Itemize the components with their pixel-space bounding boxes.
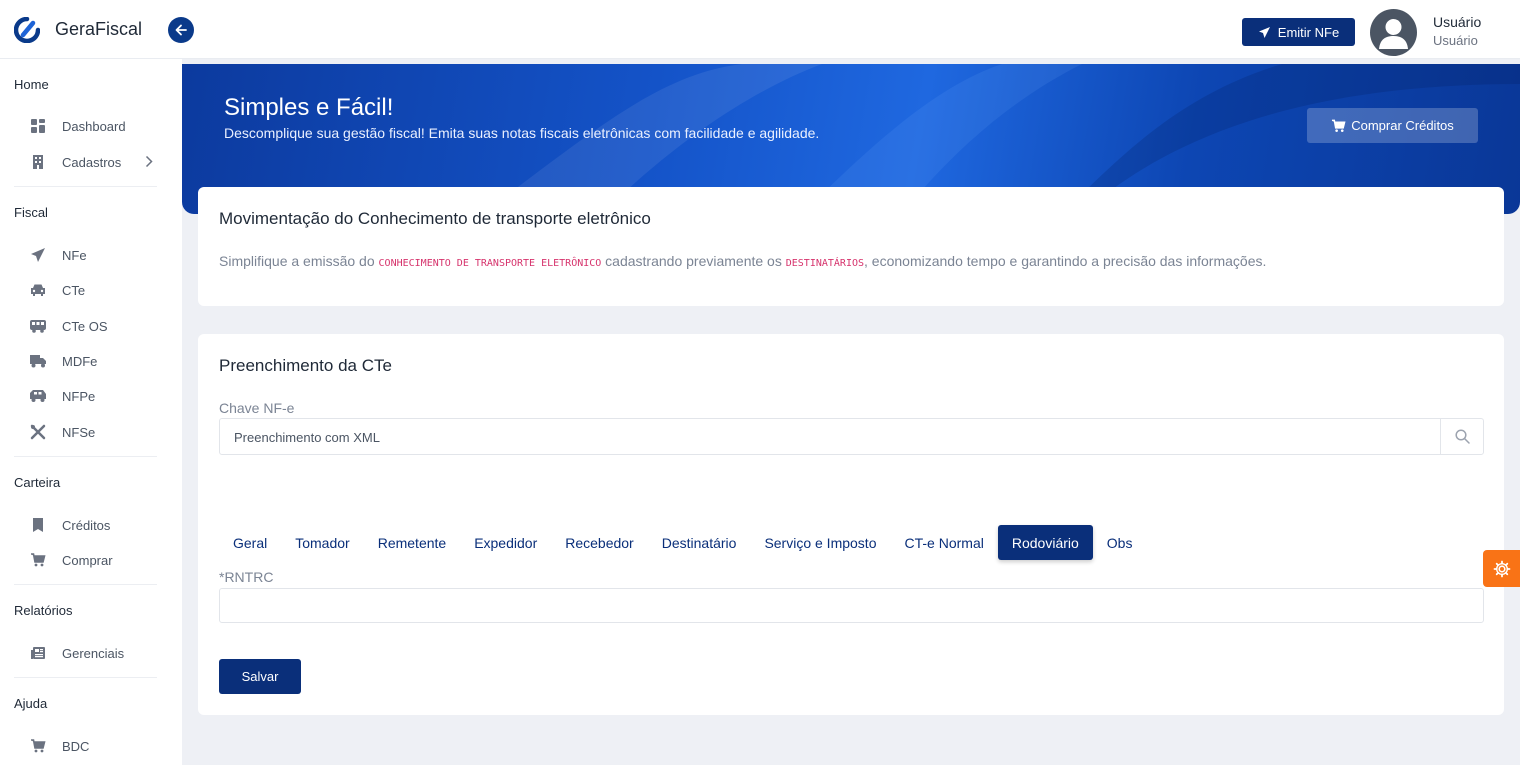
- chave-nfe-value: Preenchimento com XML: [234, 430, 380, 445]
- tab-obs[interactable]: Obs: [1093, 525, 1147, 560]
- sidebar-divider: [14, 456, 157, 457]
- building-icon: [29, 153, 47, 171]
- grid-icon: [29, 117, 47, 135]
- banner-subtitle: Descomplique sua gestão fiscal! Emita su…: [224, 125, 820, 141]
- sidebar-item-bdc[interactable]: BDC: [29, 733, 169, 759]
- cte-tabs: Geral Tomador Remetente Expedidor Recebe…: [219, 525, 1146, 560]
- form-card: Preenchimento da CTe Chave NF-e Preenchi…: [198, 334, 1504, 715]
- avatar[interactable]: [1370, 9, 1417, 56]
- desc-highlight: DESTINATÁRIOS: [785, 258, 865, 269]
- bookmark-icon: [29, 516, 47, 534]
- intro-card: Movimentação do Conhecimento de transpor…: [198, 187, 1504, 306]
- paper-plane-icon: [29, 246, 47, 264]
- rntrc-input[interactable]: [219, 588, 1484, 623]
- tab-recebedor[interactable]: Recebedor: [551, 525, 648, 560]
- intro-description: Simplifique a emissão do CONHECIMENTO DE…: [219, 253, 1266, 269]
- sidebar-item-label: Comprar: [62, 552, 113, 568]
- sidebar-item-cte[interactable]: CTe: [29, 277, 169, 303]
- cart-icon: [1332, 119, 1346, 132]
- brand-name: GeraFiscal: [55, 19, 143, 39]
- desc-text: Simplifique a emissão do: [219, 253, 379, 269]
- sidebar-item-label: Créditos: [62, 517, 111, 533]
- desc-text: cadastrando previamente os: [601, 253, 786, 269]
- sidebar-item-label: MDFe: [62, 353, 98, 369]
- user-role: Usuário: [1433, 33, 1478, 48]
- tab-rodoviario[interactable]: Rodoviário: [997, 525, 1093, 560]
- buy-credits-button[interactable]: Comprar Créditos: [1307, 108, 1478, 143]
- sidebar-item-nfpe[interactable]: NFPe: [29, 383, 169, 409]
- sidebar-section-fiscal: Fiscal: [14, 205, 48, 220]
- tools-icon: [29, 423, 47, 441]
- paper-plane-icon: [1258, 26, 1270, 38]
- collapse-sidebar-button[interactable]: [168, 17, 194, 43]
- arrow-left-icon: [175, 24, 187, 36]
- sidebar-item-label: BDC: [62, 738, 90, 754]
- sidebar-item-label: NFe: [62, 247, 87, 263]
- user-icon: [1379, 19, 1408, 49]
- user-name[interactable]: Usuário: [1433, 14, 1481, 30]
- car-icon: [29, 281, 47, 299]
- save-button[interactable]: Salvar: [219, 659, 301, 694]
- sidebar-divider: [14, 584, 157, 585]
- rntrc-label: *RNTRC: [219, 569, 274, 585]
- sidebar-item-dashboard[interactable]: Dashboard: [29, 113, 169, 139]
- tab-expedidor[interactable]: Expedidor: [460, 525, 551, 560]
- chave-nfe-input[interactable]: Preenchimento com XML: [219, 418, 1484, 455]
- sidebar-item-label: NFPe: [62, 388, 96, 404]
- sidebar-divider: [14, 677, 157, 678]
- form-title: Preenchimento da CTe: [219, 356, 392, 375]
- banner-title: Simples e Fácil!: [224, 94, 394, 121]
- newspaper-icon: [29, 644, 47, 662]
- sidebar-divider: [14, 186, 157, 187]
- van-icon: [29, 387, 47, 405]
- gear-icon: [1493, 560, 1510, 577]
- sidebar-item-creditos[interactable]: Créditos: [29, 512, 169, 538]
- sidebar-item-label: Cadastros: [62, 154, 122, 170]
- tab-remetente[interactable]: Remetente: [364, 525, 460, 560]
- tab-geral[interactable]: Geral: [219, 525, 281, 560]
- sidebar: Home Dashboard Cadastros Fiscal NFe CTe …: [0, 59, 182, 765]
- sidebar-item-label: Dashboard: [62, 118, 126, 134]
- buy-credits-label: Comprar Créditos: [1351, 118, 1454, 133]
- cart-icon: [29, 551, 47, 569]
- sidebar-item-gerenciais[interactable]: Gerenciais: [29, 640, 169, 666]
- sidebar-item-label: Gerenciais: [62, 645, 125, 661]
- settings-button[interactable]: [1483, 550, 1520, 587]
- sidebar-item-label: CTe OS: [62, 318, 108, 334]
- cart-icon: [29, 737, 47, 755]
- sidebar-item-label: CTe: [62, 282, 86, 298]
- sidebar-item-nfe[interactable]: NFe: [29, 242, 169, 268]
- emit-nfe-label: Emitir NFe: [1277, 24, 1340, 40]
- top-bar: GeraFiscal Emitir NFe Usuário Usuário: [0, 0, 1520, 59]
- tab-servico-imposto[interactable]: Serviço e Imposto: [750, 525, 890, 560]
- sidebar-item-label: NFSe: [62, 424, 96, 440]
- search-icon: [1454, 429, 1470, 444]
- tab-tomador[interactable]: Tomador: [281, 525, 363, 560]
- sidebar-item-cadastros[interactable]: Cadastros: [29, 149, 169, 175]
- tab-cte-normal[interactable]: CT-e Normal: [891, 525, 998, 560]
- chevron-right-icon: [145, 155, 153, 173]
- sidebar-item-cte-os[interactable]: CTe OS: [29, 313, 169, 339]
- sidebar-section-home: Home: [14, 77, 49, 92]
- intro-title: Movimentação do Conhecimento de transpor…: [219, 209, 651, 228]
- chave-nfe-label: Chave NF-e: [219, 400, 295, 416]
- sidebar-section-ajuda: Ajuda: [14, 696, 48, 711]
- sidebar-section-relatorios: Relatórios: [14, 603, 73, 618]
- sidebar-item-nfse[interactable]: NFSe: [29, 419, 169, 445]
- sidebar-item-mdfe[interactable]: MDFe: [29, 348, 169, 374]
- sidebar-section-carteira: Carteira: [14, 475, 61, 490]
- emit-nfe-button[interactable]: Emitir NFe: [1242, 18, 1355, 46]
- sidebar-item-comprar[interactable]: Comprar: [29, 547, 169, 573]
- desc-highlight: CONHECIMENTO DE TRANSPORTE ELETRÔNICO: [378, 258, 602, 269]
- gerafiscal-logo-icon[interactable]: [13, 16, 41, 44]
- desc-text: , economizando tempo e garantindo a prec…: [864, 253, 1267, 269]
- truck-icon: [29, 352, 47, 370]
- tab-destinatario[interactable]: Destinatário: [648, 525, 751, 560]
- search-button[interactable]: [1440, 419, 1483, 454]
- bus-icon: [29, 317, 47, 335]
